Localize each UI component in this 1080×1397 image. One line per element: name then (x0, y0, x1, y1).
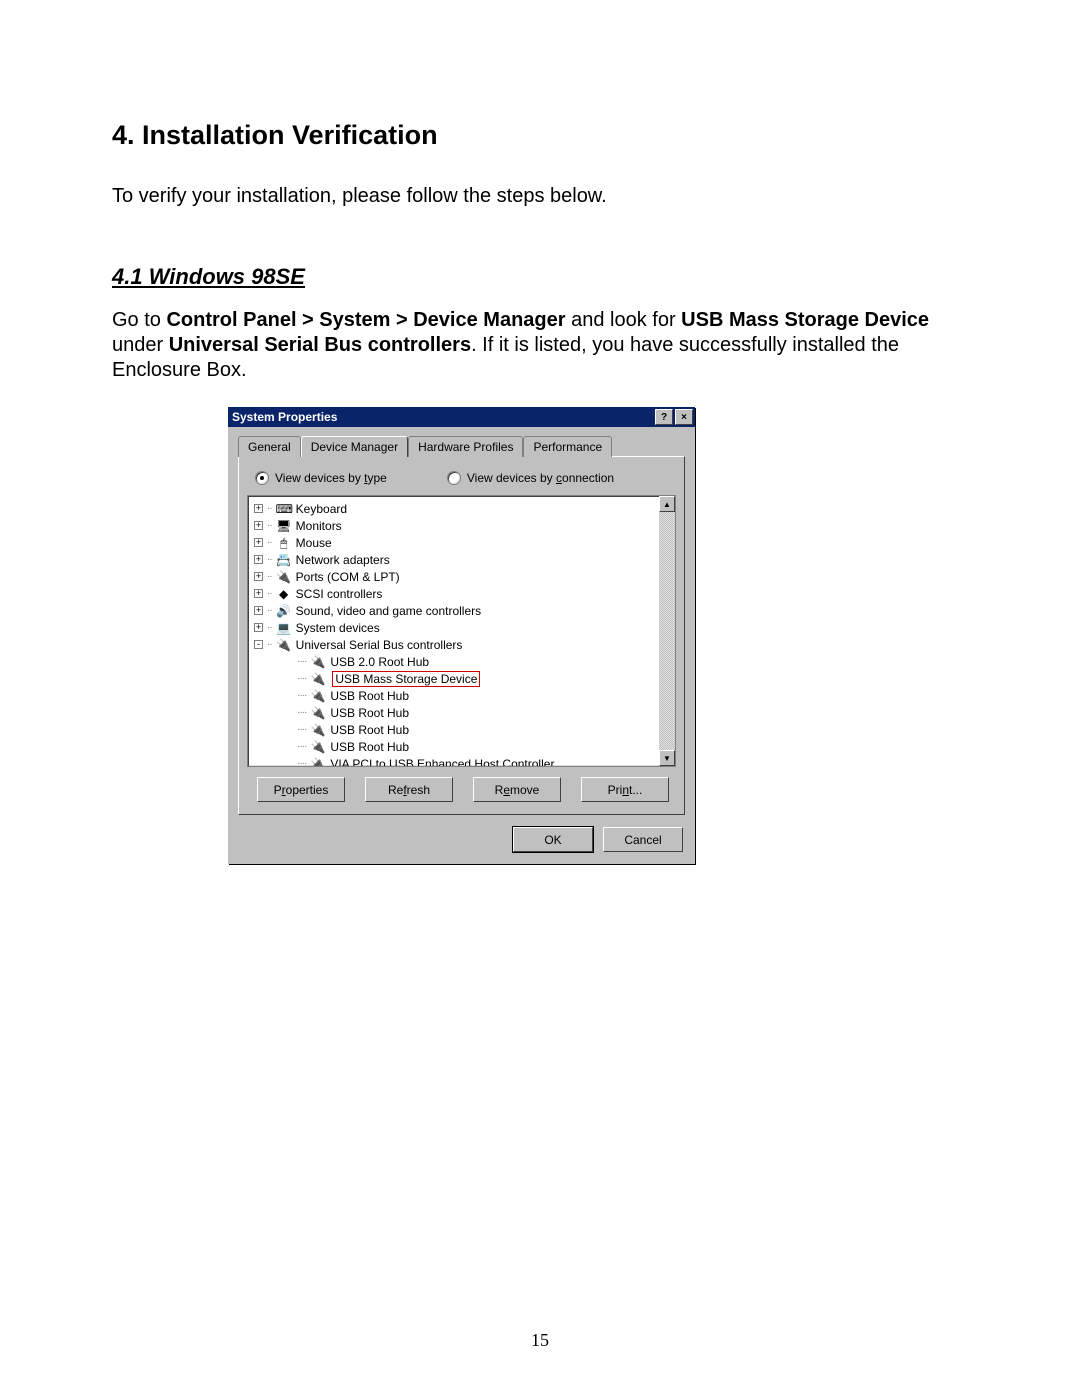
expand-icon[interactable]: + (254, 521, 263, 530)
device-icon: 📇 (276, 553, 292, 567)
tab-performance[interactable]: Performance (523, 436, 612, 457)
tree-item[interactable]: +··📇Network adapters (254, 551, 675, 568)
tree-item[interactable]: +··🔊Sound, video and game controllers (254, 602, 675, 619)
tree-label: Network adapters (296, 553, 390, 567)
properties-button[interactable]: Properties (257, 777, 345, 802)
usb-icon: 🔌 (310, 757, 326, 768)
expand-icon[interactable]: + (254, 555, 263, 564)
tree-label: VIA PCI to USB Enhanced Host Controller (330, 757, 554, 768)
tree-label: Ports (COM & LPT) (296, 570, 400, 584)
expand-icon[interactable]: + (254, 606, 263, 615)
usb-icon: 🔌 (310, 672, 326, 686)
tab-device-manager[interactable]: Device Manager (301, 436, 408, 457)
radio-view-by-connection[interactable]: View devices by connection (447, 471, 614, 485)
tree-label: USB Root Hub (330, 740, 409, 754)
cancel-button[interactable]: Cancel (603, 827, 683, 852)
tree-label: USB Root Hub (330, 706, 409, 720)
body-text: under (112, 334, 169, 356)
tab-panel: View devices by type View devices by con… (238, 456, 685, 815)
body-bold-device: USB Mass Storage Device (681, 309, 929, 331)
device-icon: 🖱 (276, 536, 292, 550)
tree-item[interactable]: +··🔌Ports (COM & LPT) (254, 568, 675, 585)
usb-icon: 🔌 (310, 689, 326, 703)
tree-label: System devices (296, 621, 380, 635)
tree-child-item[interactable]: ····🔌USB Root Hub (254, 721, 675, 738)
body-paragraph: Go to Control Panel > System > Device Ma… (112, 308, 968, 383)
expand-icon[interactable]: + (254, 623, 263, 632)
device-icon: 🔌 (276, 570, 292, 584)
expand-icon[interactable]: + (254, 572, 263, 581)
tree-label: Sound, video and game controllers (296, 604, 481, 618)
tree-item[interactable]: +··🖱Mouse (254, 534, 675, 551)
tree-child-item[interactable]: ····🔌USB Mass Storage Device (254, 670, 675, 687)
tree-label: SCSI controllers (296, 587, 383, 601)
remove-button[interactable]: Remove (473, 777, 561, 802)
tree-label: Universal Serial Bus controllers (296, 638, 463, 652)
device-icon: 🖥 (276, 519, 292, 533)
tree-item[interactable]: +··💻System devices (254, 619, 675, 636)
system-properties-window: System Properties ? × General Device Man… (228, 407, 695, 864)
ok-button[interactable]: OK (513, 827, 593, 852)
titlebar[interactable]: System Properties ? × (228, 407, 695, 427)
tab-general[interactable]: General (238, 436, 301, 457)
tree-label-highlighted: USB Mass Storage Device (332, 671, 480, 687)
tree-child-item[interactable]: ····🔌VIA PCI to USB Enhanced Host Contro… (254, 755, 675, 767)
page-number: 15 (0, 1330, 1080, 1351)
expand-icon[interactable]: + (254, 589, 263, 598)
body-bold-path: Control Panel > System > Device Manager (166, 309, 565, 331)
close-button[interactable]: × (675, 409, 693, 425)
device-tree[interactable]: +··⌨Keyboard+··🖥Monitors+··🖱Mouse+··📇Net… (247, 495, 676, 767)
tabstrip: General Device Manager Hardware Profiles… (238, 435, 685, 456)
radio-view-by-type[interactable]: View devices by type (255, 471, 387, 485)
print-button[interactable]: Print... (581, 777, 669, 802)
tree-item[interactable]: -··🔌Universal Serial Bus controllers (254, 636, 675, 653)
radio-label: View devices by connection (467, 471, 614, 485)
expand-icon[interactable]: + (254, 538, 263, 547)
tree-item[interactable]: +··◆SCSI controllers (254, 585, 675, 602)
scrollbar[interactable]: ▲ ▼ (659, 496, 675, 766)
radio-icon (447, 471, 461, 485)
body-bold-category: Universal Serial Bus controllers (169, 334, 471, 356)
usb-icon: 🔌 (310, 706, 326, 720)
tree-label: USB Root Hub (330, 689, 409, 703)
tree-child-item[interactable]: ····🔌USB Root Hub (254, 738, 675, 755)
expand-icon[interactable]: + (254, 504, 263, 513)
tree-child-item[interactable]: ····🔌USB Root Hub (254, 704, 675, 721)
usb-icon: 🔌 (310, 655, 326, 669)
section-heading: 4. Installation Verification (112, 120, 968, 151)
device-icon: ◆ (276, 587, 292, 601)
device-icon: 💻 (276, 621, 292, 635)
help-button[interactable]: ? (655, 409, 673, 425)
refresh-button[interactable]: Refresh (365, 777, 453, 802)
tree-item[interactable]: +··⌨Keyboard (254, 500, 675, 517)
device-icon: ⌨ (276, 502, 292, 516)
radio-label: View devices by type (275, 471, 387, 485)
usb-icon: 🔌 (310, 723, 326, 737)
tree-label: USB Root Hub (330, 723, 409, 737)
tree-item[interactable]: +··🖥Monitors (254, 517, 675, 534)
scroll-down-button[interactable]: ▼ (659, 750, 675, 766)
collapse-icon[interactable]: - (254, 640, 263, 649)
tree-child-item[interactable]: ····🔌USB 2.0 Root Hub (254, 653, 675, 670)
scroll-up-button[interactable]: ▲ (659, 496, 675, 512)
radio-icon (255, 471, 269, 485)
tab-hardware-profiles[interactable]: Hardware Profiles (408, 436, 523, 457)
body-text: Go to (112, 309, 166, 331)
subsection-heading: 4.1 Windows 98SE (112, 264, 968, 290)
window-title: System Properties (232, 410, 653, 424)
tree-label: USB 2.0 Root Hub (330, 655, 429, 669)
device-icon: 🔊 (276, 604, 292, 618)
tree-child-item[interactable]: ····🔌USB Root Hub (254, 687, 675, 704)
tree-label: Mouse (296, 536, 332, 550)
intro-text: To verify your installation, please foll… (112, 185, 968, 208)
device-icon: 🔌 (276, 638, 292, 652)
tree-label: Monitors (296, 519, 342, 533)
body-text: and look for (566, 309, 682, 331)
tree-label: Keyboard (296, 502, 347, 516)
usb-icon: 🔌 (310, 740, 326, 754)
scroll-track[interactable] (659, 512, 675, 750)
